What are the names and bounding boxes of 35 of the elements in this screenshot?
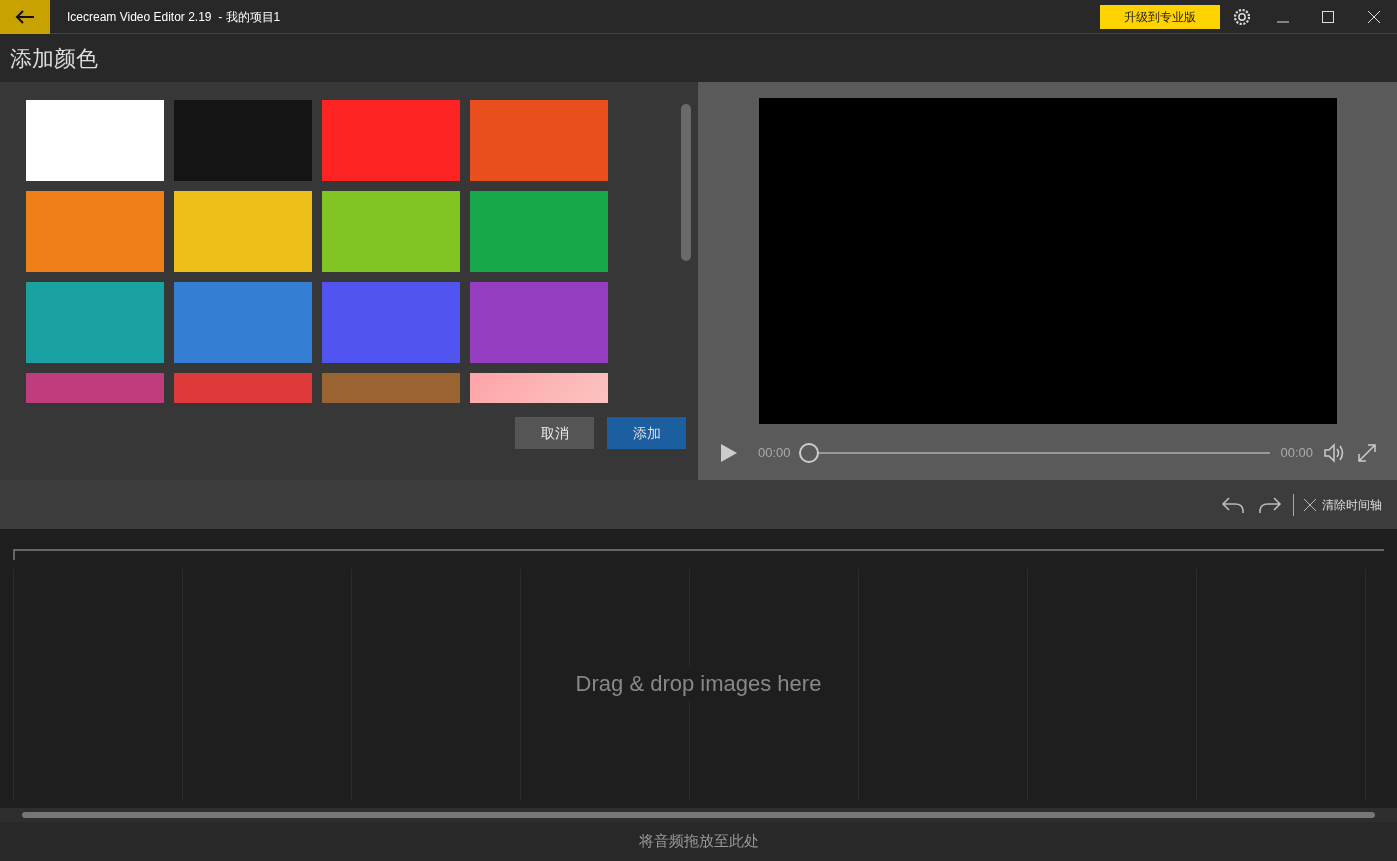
color-swatch[interactable] bbox=[322, 191, 460, 272]
color-swatch[interactable] bbox=[470, 100, 608, 181]
color-swatch[interactable] bbox=[174, 100, 312, 181]
undo-icon[interactable] bbox=[1221, 494, 1245, 515]
redo-icon[interactable] bbox=[1258, 494, 1282, 515]
add-button[interactable]: 添加 bbox=[607, 417, 686, 449]
window-title: Icecream Video Editor 2.19 - 我的项目1 bbox=[67, 8, 281, 26]
seek-slider[interactable] bbox=[798, 443, 1271, 463]
play-icon[interactable] bbox=[720, 443, 738, 463]
duration-time: 00:00 bbox=[1280, 444, 1313, 463]
close-icon bbox=[1304, 498, 1316, 511]
close-icon[interactable] bbox=[1368, 10, 1380, 23]
fullscreen-icon[interactable] bbox=[1357, 443, 1377, 463]
back-arrow-icon bbox=[15, 8, 35, 25]
clear-timeline-button[interactable]: 清除时间轴 bbox=[1304, 495, 1382, 514]
slider-thumb[interactable] bbox=[798, 443, 819, 463]
color-swatch[interactable] bbox=[26, 191, 164, 272]
color-swatch[interactable] bbox=[26, 100, 164, 181]
dialog-title: 添加颜色 bbox=[10, 44, 98, 73]
color-swatch[interactable] bbox=[322, 282, 460, 363]
scrollbar-thumb[interactable] bbox=[22, 812, 1375, 818]
color-swatch[interactable] bbox=[174, 191, 312, 272]
scrollbar-thumb[interactable] bbox=[681, 104, 691, 261]
audio-drop-hint: 将音频拖放至此处 bbox=[638, 831, 759, 852]
color-swatch[interactable] bbox=[470, 282, 608, 363]
settings-icon[interactable] bbox=[1232, 6, 1252, 27]
maximize-icon[interactable] bbox=[1322, 10, 1334, 23]
color-swatch[interactable] bbox=[322, 100, 460, 181]
color-swatch[interactable] bbox=[174, 282, 312, 363]
cancel-button[interactable]: 取消 bbox=[515, 417, 594, 449]
upgrade-button[interactable]: 升级到专业版 bbox=[1100, 4, 1220, 29]
current-time: 00:00 bbox=[758, 444, 791, 463]
back-button[interactable] bbox=[0, 0, 50, 34]
color-swatch[interactable] bbox=[470, 191, 608, 272]
color-swatch[interactable] bbox=[26, 282, 164, 363]
